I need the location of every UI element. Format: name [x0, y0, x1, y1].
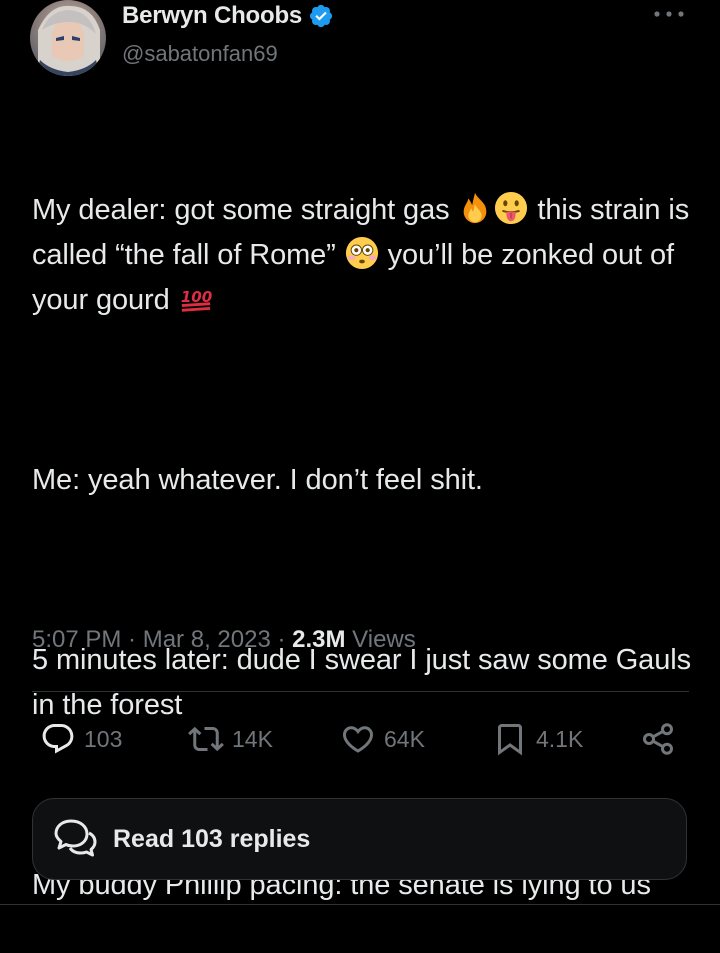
meta-separator: · — [121, 626, 143, 653]
tweet-paragraph-1: My dealer: got some straight gas this st… — [32, 188, 697, 323]
hundred-points-icon: 100 — [180, 288, 212, 312]
read-replies-label: Read 103 replies — [113, 824, 311, 853]
tweet-header: Berwyn Choobs @sabatonfan69 — [30, 0, 690, 80]
reply-button[interactable]: 103 — [40, 715, 122, 763]
read-replies-button[interactable]: Read 103 replies — [32, 798, 687, 880]
heart-icon — [342, 726, 374, 753]
reply-icon — [42, 724, 74, 754]
flushed-face-icon — [345, 236, 378, 270]
views-label: Views — [352, 626, 416, 653]
like-button[interactable]: 64K — [340, 715, 425, 763]
verified-badge-icon — [309, 4, 333, 28]
bottom-divider — [0, 904, 720, 905]
tongue-out-face-icon — [495, 191, 528, 225]
bookmark-button[interactable]: 4.1K — [492, 715, 583, 763]
avatar[interactable] — [30, 0, 106, 76]
like-count: 64K — [384, 725, 425, 752]
repost-icon — [188, 726, 224, 752]
tweet-date[interactable]: Mar 8, 2023 — [143, 626, 271, 653]
bookmark-count: 4.1K — [536, 725, 584, 752]
tweet-meta: 5:07 PM · Mar 8, 2023 · 2.3M Views — [32, 626, 416, 654]
reply-count: 103 — [84, 725, 123, 752]
more-options-icon[interactable] — [652, 4, 686, 24]
author-handle[interactable]: @sabatonfan69 — [122, 41, 278, 67]
share-icon — [643, 723, 673, 755]
views-count: 2.3M — [292, 626, 346, 653]
repost-button[interactable]: 14K — [188, 715, 273, 763]
fire-icon — [464, 192, 487, 224]
action-bar: 103 14K 64K 4.1K — [32, 715, 692, 763]
divider — [32, 691, 689, 692]
share-button[interactable] — [640, 715, 676, 763]
repost-count: 14K — [232, 725, 273, 752]
meta-separator: · — [270, 626, 293, 653]
bookmark-icon — [498, 724, 522, 756]
tweet-paragraph-2: Me: yeah whatever. I don’t feel shit. — [32, 464, 483, 496]
chat-bubbles-icon — [54, 819, 97, 857]
tweet-time[interactable]: 5:07 PM — [32, 626, 121, 653]
author-name[interactable]: Berwyn Choobs — [122, 2, 302, 30]
